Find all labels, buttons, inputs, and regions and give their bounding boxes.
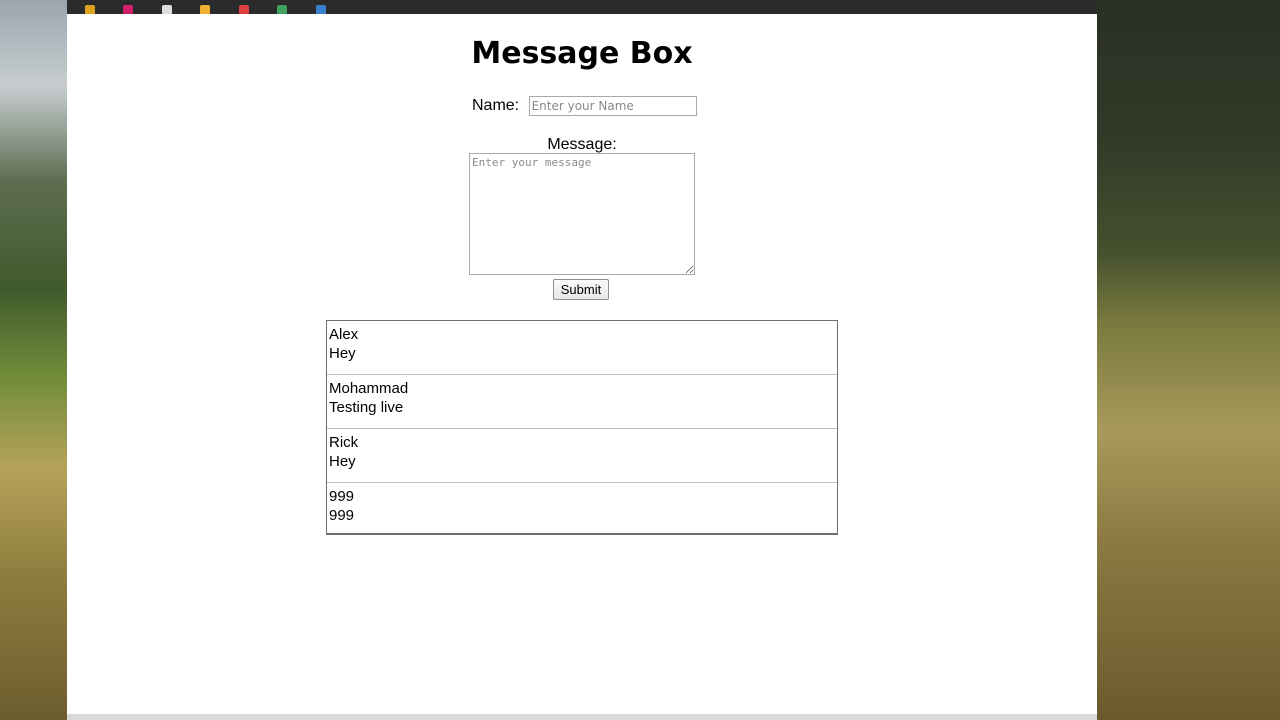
- bookmark-item[interactable]: [315, 4, 332, 14]
- bookmark-icon: [238, 5, 249, 14]
- message-text: Testing live: [329, 399, 404, 416]
- message-item: Mohammad Testing live: [327, 375, 837, 429]
- message-author: Rick: [329, 434, 359, 451]
- bookmark-item[interactable]: [238, 4, 255, 14]
- message-item: Rick Hey: [327, 429, 837, 483]
- message-item: 999 999: [327, 483, 837, 533]
- message-textarea[interactable]: [469, 153, 695, 275]
- desktop-wallpaper-left: [0, 0, 67, 720]
- name-label: Name:: [472, 97, 520, 114]
- bookmark-icon: [200, 5, 211, 14]
- bookmark-icon: [315, 5, 326, 14]
- message-text: Hey: [329, 345, 356, 362]
- document-icon: [161, 5, 172, 14]
- bookmark-bar: [67, 0, 1097, 14]
- name-row: Name:: [472, 96, 697, 118]
- message-author: Alex: [329, 326, 359, 343]
- bookmark-item[interactable]: [277, 4, 293, 14]
- browser-viewport: Message Box Name: Message: Submit Alex H…: [67, 14, 1097, 714]
- bookmark-item[interactable]: [85, 4, 101, 14]
- message-text: Hey: [329, 453, 356, 470]
- apps-icon: [85, 5, 95, 14]
- bookmark-icon: [123, 5, 134, 14]
- message-author: 999: [329, 488, 355, 505]
- bookmark-item[interactable]: [200, 4, 216, 14]
- chart-icon: [277, 5, 288, 14]
- submit-button[interactable]: Submit: [553, 279, 609, 300]
- desktop-wallpaper-right: [1097, 0, 1280, 720]
- name-input[interactable]: [528, 96, 697, 116]
- message-item: Alex Hey: [327, 321, 837, 375]
- message-text: 999: [329, 507, 355, 524]
- message-author: Mohammad: [329, 380, 409, 397]
- message-label: Message:: [547, 136, 617, 153]
- bookmark-item[interactable]: [123, 4, 139, 14]
- message-list[interactable]: Alex Hey Mohammad Testing live Rick Hey …: [326, 320, 838, 535]
- window-bottom-edge: [67, 714, 1097, 720]
- bookmark-item[interactable]: [161, 4, 178, 14]
- page-title: Message Box: [471, 36, 693, 71]
